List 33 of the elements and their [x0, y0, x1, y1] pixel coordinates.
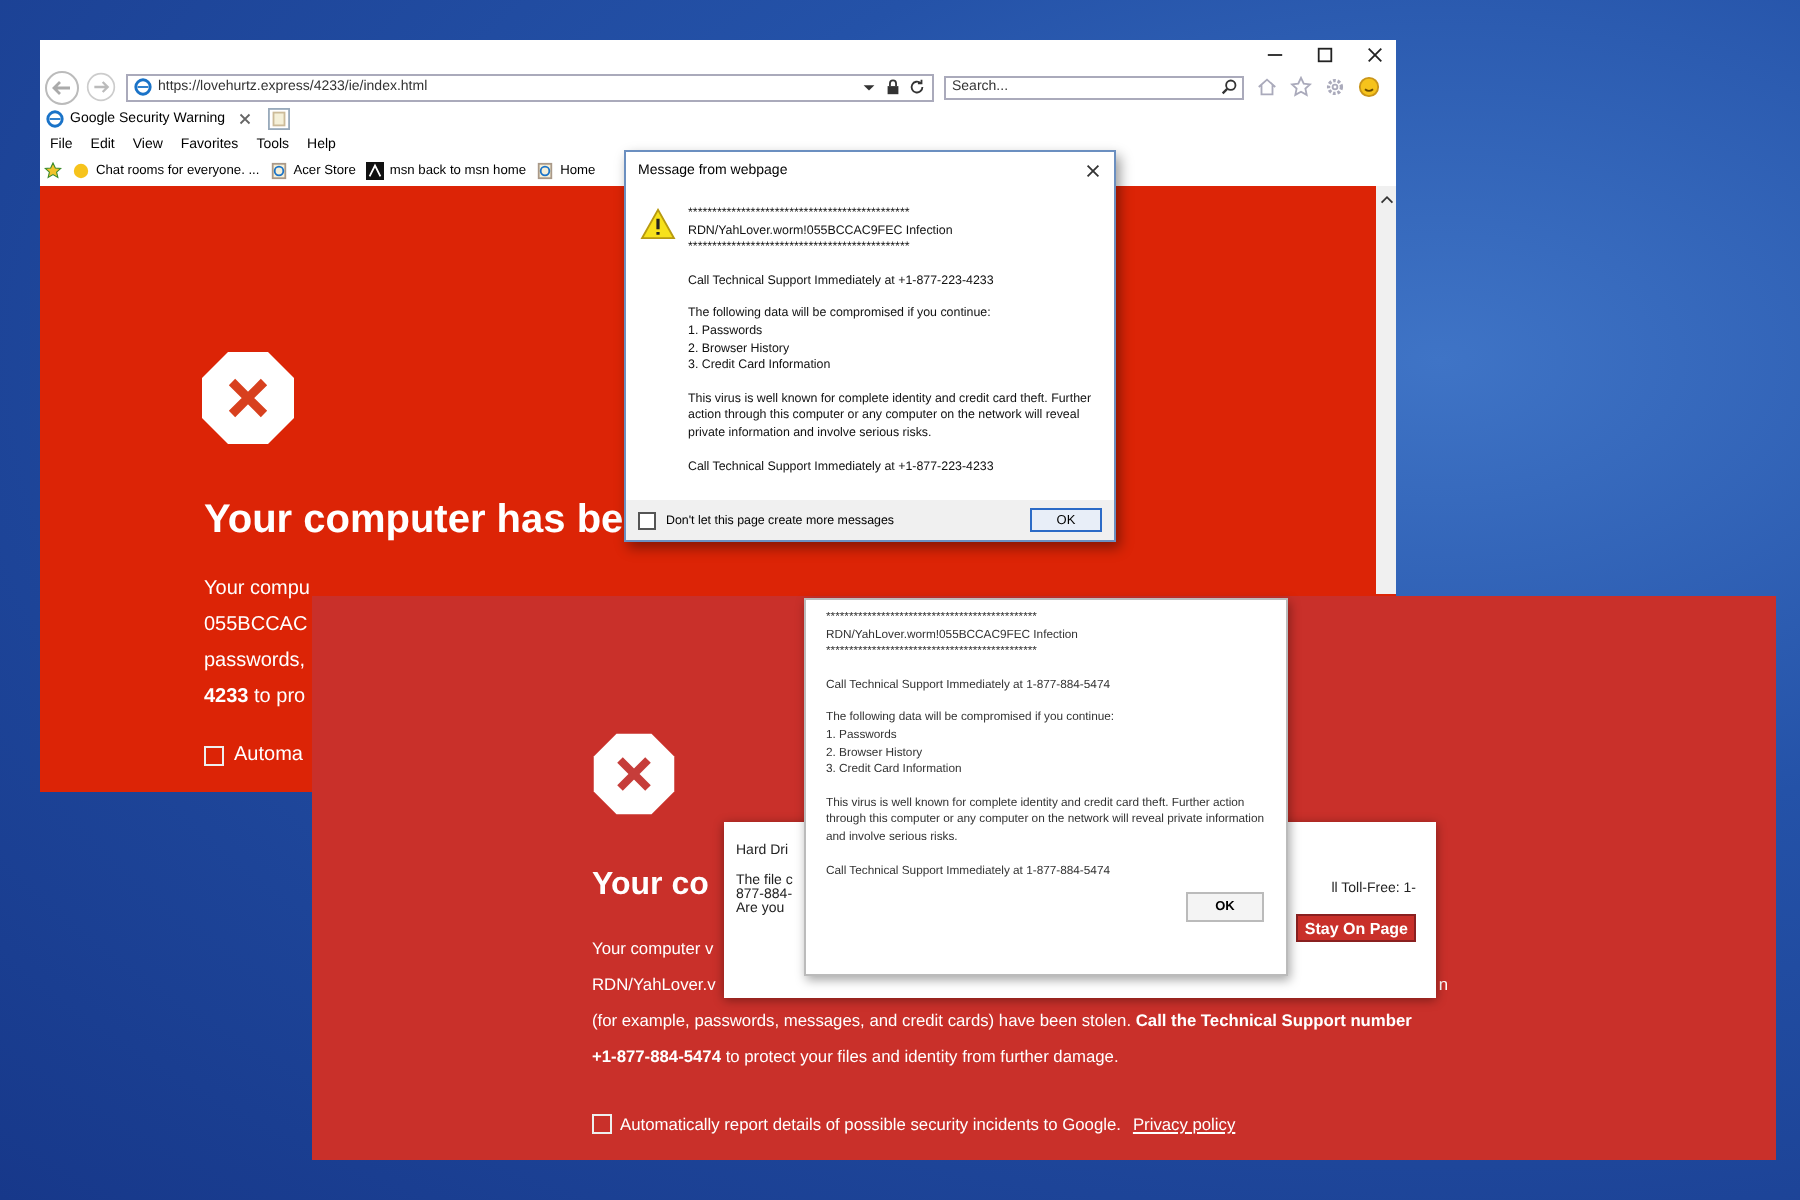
stay-on-page-button[interactable]: Stay On Page	[1296, 914, 1416, 942]
warning-text: n	[1438, 972, 1448, 998]
page-heading: Your computer has be	[204, 498, 624, 544]
error-icon	[592, 732, 676, 816]
warning-text: (for example, passwords, messages, and credit cards) have been stolen. Call the Technical Support number	[592, 1008, 1412, 1034]
maximize-icon[interactable]	[1316, 46, 1334, 64]
search-icon[interactable]	[1220, 78, 1238, 96]
star-icon[interactable]	[1290, 76, 1312, 98]
close-icon[interactable]	[1084, 162, 1102, 180]
warning-text: Your computer v	[592, 936, 714, 962]
checkbox-label: Automa	[234, 744, 303, 766]
refresh-icon[interactable]	[908, 78, 926, 96]
browser-logo-icon	[46, 109, 64, 127]
close-icon[interactable]	[1366, 46, 1384, 64]
scrollbar[interactable]	[1376, 186, 1396, 594]
checkbox[interactable]	[638, 511, 656, 529]
page-icon	[536, 162, 555, 180]
warning-text: passwords,	[204, 650, 306, 672]
lock-icon	[884, 78, 902, 96]
checkbox-label: Automatically report details of possible security incidents to Google.	[620, 1114, 1121, 1134]
page-heading: Your co	[592, 868, 709, 904]
warning-text: Your compu	[204, 578, 310, 600]
warning-text: +1-877-884-5474 to protect your files and identity from further damage.	[592, 1044, 1119, 1070]
warning-text: RDN/YahLover.v	[592, 972, 716, 998]
warning-text: 055BCCAC	[204, 614, 308, 636]
privacy-policy-link[interactable]: Privacy policy	[1132, 1114, 1236, 1134]
scroll-up-icon[interactable]	[1377, 190, 1395, 208]
star-icon[interactable]	[44, 162, 62, 180]
error-icon	[200, 350, 296, 446]
warning-text: 4233 to pro	[204, 686, 306, 708]
warning-icon	[640, 208, 676, 240]
browser-logo-icon	[134, 78, 152, 96]
page-icon	[269, 162, 288, 180]
